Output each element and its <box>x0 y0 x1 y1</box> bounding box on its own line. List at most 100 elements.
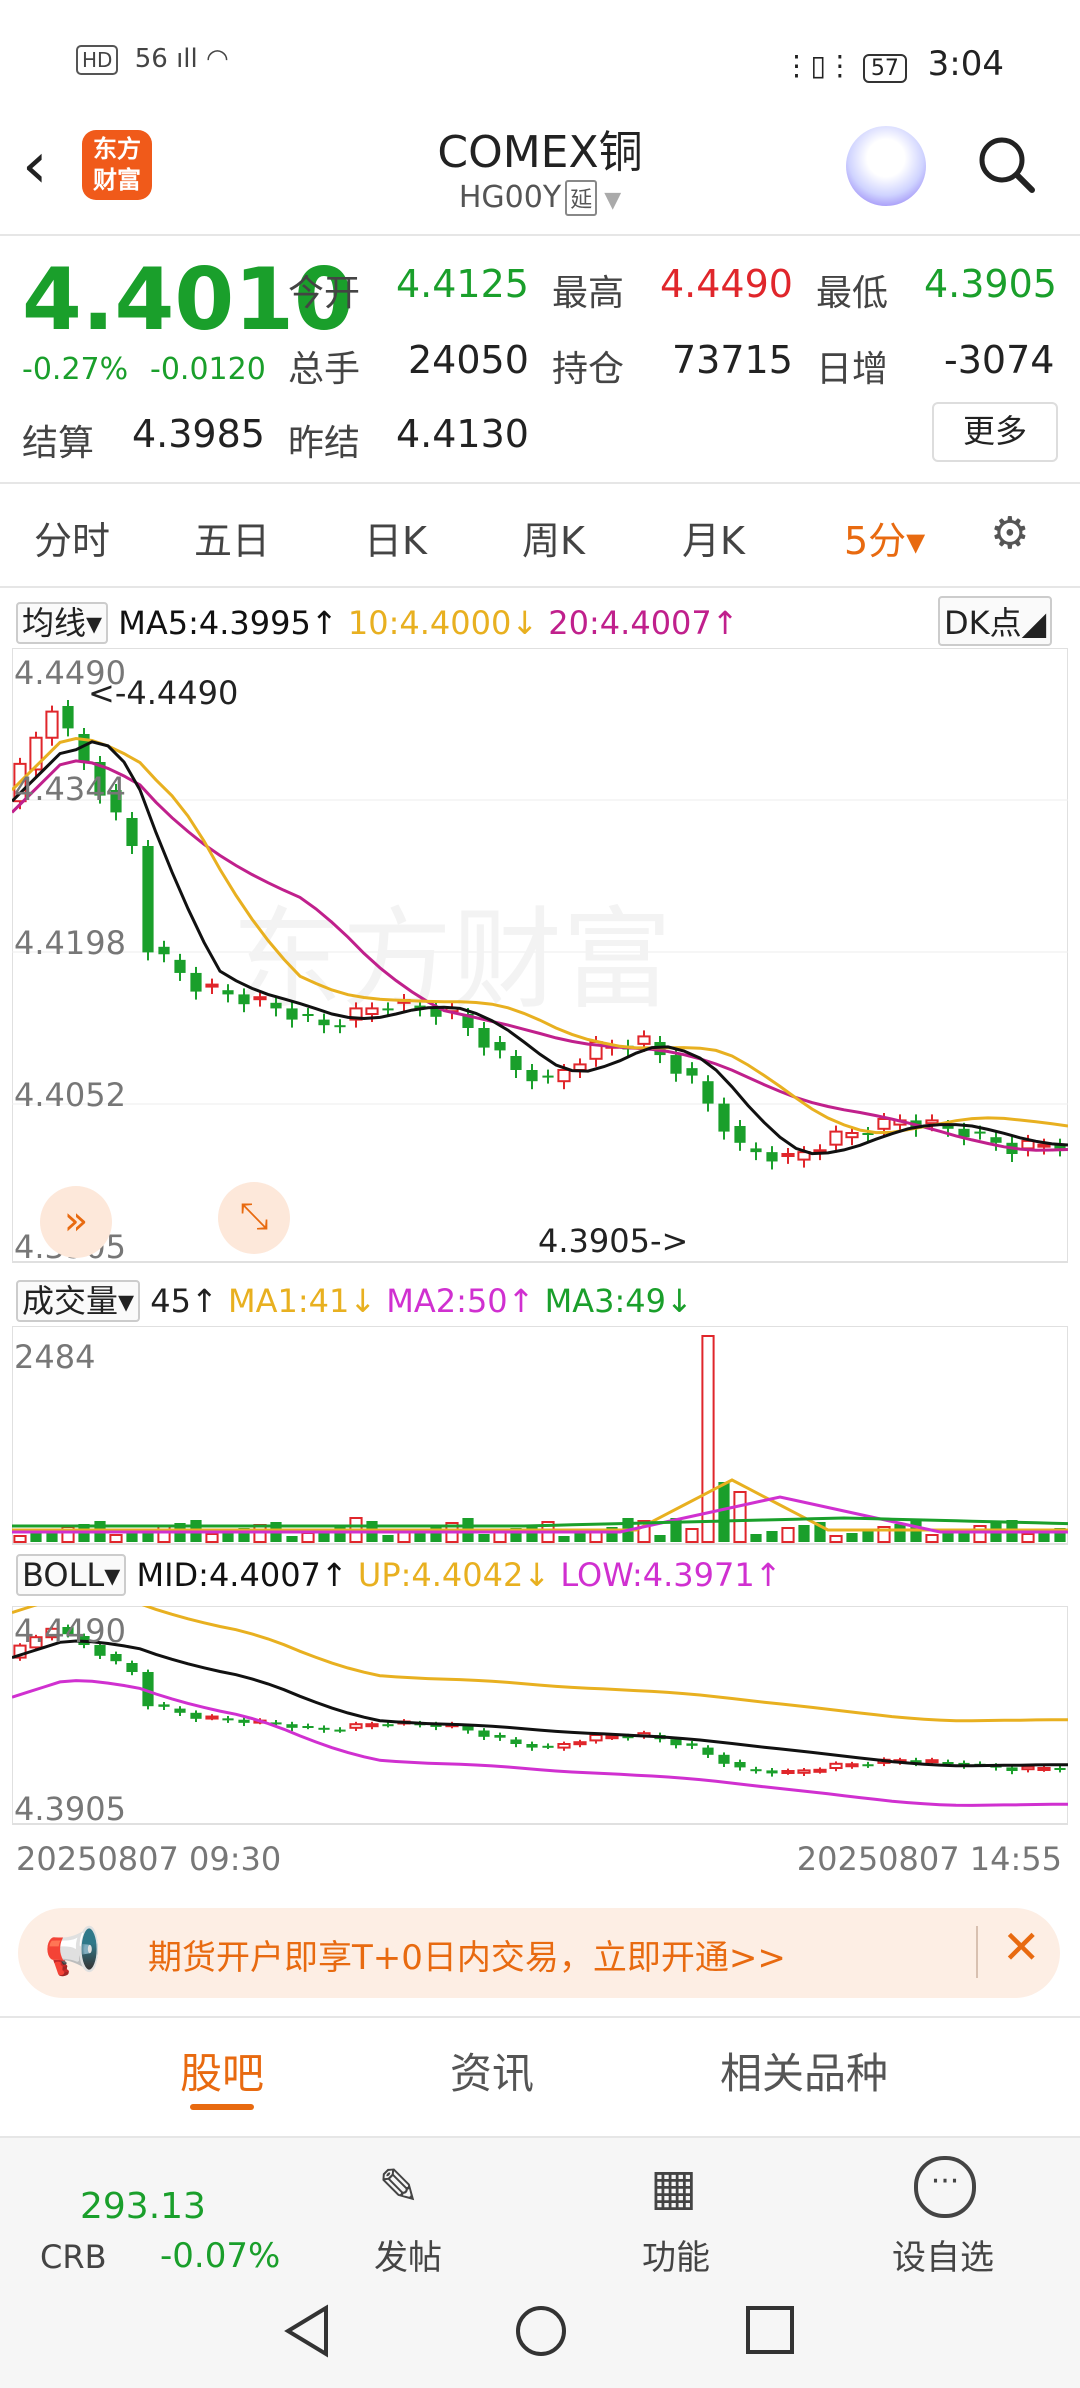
candle-body <box>605 1735 619 1740</box>
candle-body <box>302 1726 314 1728</box>
candle-body <box>862 1764 874 1767</box>
megaphone-icon: 📢 <box>44 1924 102 1978</box>
back-nav-icon[interactable] <box>282 2304 332 2358</box>
dk-point-button[interactable]: DK点◢ <box>938 596 1053 646</box>
candle-body <box>845 1132 859 1139</box>
tab-daily-k[interactable]: 日K <box>364 510 427 565</box>
candle-body <box>702 1081 714 1104</box>
expand-left-icon[interactable]: » <box>40 1186 112 1258</box>
candle-body <box>718 1103 730 1132</box>
status-bar: HD 56 ıll ◠ ⋮▯⋮ 57 3:04 <box>0 0 1080 120</box>
candle-body <box>813 1768 827 1773</box>
candle-body <box>238 994 250 1005</box>
candle-body <box>686 1068 698 1076</box>
prev-settle-label: 昨结 <box>288 423 361 464</box>
system-nav-bar <box>0 2274 1080 2388</box>
candle-body <box>557 1743 571 1749</box>
candle-body <box>222 1718 234 1721</box>
tab-guba[interactable]: 股吧 <box>180 2040 264 2101</box>
home-nav-icon[interactable] <box>514 2304 568 2358</box>
candle-body <box>637 1035 651 1045</box>
candle-body <box>829 1762 843 1770</box>
candle-body <box>126 1663 138 1672</box>
search-icon[interactable] <box>976 134 1036 194</box>
candle-body <box>510 1739 522 1744</box>
boll-selector[interactable]: BOLL▾ <box>16 1554 127 1596</box>
volume-bar <box>733 1491 747 1543</box>
promo-banner[interactable]: 📢 期货开户即享T+0日内交易，立即开通>> ✕ <box>18 1908 1060 1998</box>
candle-body <box>349 1723 363 1729</box>
candle-body <box>478 1730 490 1737</box>
tab-related[interactable]: 相关品种 <box>720 2040 888 2101</box>
bottom-toolbar: 293.13 CRB -0.07% ✎ 发帖 ▦ 功能 ··· 设自选 <box>0 2136 1080 2279</box>
candle-body <box>302 1014 314 1016</box>
hd-badge: HD <box>76 45 119 75</box>
tab-5min[interactable]: 5分▾ <box>844 510 925 565</box>
chevron-down-icon: ▼ <box>597 188 622 213</box>
boll-chart[interactable] <box>12 1606 1068 1826</box>
crb-change: -0.07% <box>160 2236 281 2276</box>
candle-body <box>1006 1767 1018 1771</box>
low-label: 最低 <box>816 273 889 314</box>
ma-legend: 均线▾ MA5:4.3995↑ 10:4.4000↓ 20:4.4007↑ <box>16 598 739 644</box>
tab-weekly-k[interactable]: 周K <box>522 510 585 565</box>
volume-current: 45↑ <box>150 1282 218 1320</box>
candle-body <box>270 1002 282 1009</box>
volume-bar <box>574 1533 586 1542</box>
low-value: 4.3905 <box>924 262 1057 306</box>
recents-nav-icon[interactable] <box>744 2304 796 2356</box>
grid-icon[interactable]: ▦ <box>650 2158 697 2216</box>
volume-bar <box>157 1525 171 1543</box>
open-interest-label: 持仓 <box>552 349 625 390</box>
settle-label: 结算 <box>22 423 95 464</box>
boll-low: LOW:4.3971↑ <box>560 1556 782 1594</box>
crb-label: CRB <box>40 2238 107 2276</box>
volume-label: 总手 <box>288 349 361 390</box>
more-dots-icon[interactable]: ··· <box>914 2156 976 2218</box>
y-axis-label: 4.4052 <box>14 1076 126 1114</box>
candle-body <box>1021 1765 1035 1771</box>
candle-body <box>142 846 154 953</box>
ma-selector[interactable]: 均线▾ <box>16 602 109 644</box>
volume-bar <box>894 1524 906 1542</box>
ma5-value: MA5:4.3995↑ <box>118 604 338 642</box>
gear-icon[interactable]: ⚙ <box>990 508 1029 559</box>
volume-bar <box>766 1531 778 1542</box>
candle-body <box>670 1739 682 1746</box>
fullscreen-icon[interactable]: ⤡ <box>218 1182 290 1254</box>
close-icon[interactable]: ✕ <box>1002 1920 1041 1974</box>
volume-legend: 成交量▾ 45↑ MA1:41↓ MA2:50↑ MA3:49↓ <box>16 1276 693 1322</box>
tab-news[interactable]: 资讯 <box>450 2040 534 2101</box>
edit-icon[interactable]: ✎ <box>378 2158 420 2216</box>
tab-monthly-k[interactable]: 月K <box>682 510 745 565</box>
candle-body <box>286 1008 298 1020</box>
volume-ma3: MA3:49↓ <box>544 1282 693 1320</box>
robot-avatar-icon[interactable] <box>846 126 926 206</box>
candle-body <box>526 1744 538 1748</box>
candle-body <box>1021 1139 1035 1150</box>
open-label: 今开 <box>288 273 361 314</box>
tab-five-day[interactable]: 五日 <box>194 510 270 565</box>
candle-body <box>766 1770 778 1774</box>
volume-selector[interactable]: 成交量▾ <box>16 1280 141 1322</box>
app-header: ‹ 东方 财富 COMEX铜 HG00Y 延 ▼ <box>0 110 1080 234</box>
signal-indicators: HD 56 ıll ◠ <box>76 44 229 75</box>
promo-text[interactable]: 期货开户即享T+0日内交易，立即开通>> <box>148 1930 786 1979</box>
volume-bar <box>798 1525 810 1542</box>
volume-bar <box>781 1527 795 1543</box>
post-button[interactable]: 发帖 <box>374 2230 442 2279</box>
add-watchlist-button[interactable]: 设自选 <box>892 2230 994 2279</box>
vibrate-icon: ⋮▯⋮ <box>782 49 863 82</box>
code-text: HG00Y <box>458 180 562 215</box>
battery-icon: 57 <box>862 54 907 83</box>
volume-bar <box>30 1533 42 1542</box>
clock: 3:04 <box>927 44 1004 84</box>
volume-chart[interactable] <box>12 1326 1068 1546</box>
crb-value[interactable]: 293.13 <box>80 2186 206 2227</box>
candlestick-chart[interactable]: 东方财富 <box>12 648 1068 1264</box>
function-button[interactable]: 功能 <box>642 2230 710 2279</box>
more-button[interactable]: 更多 <box>932 402 1058 462</box>
candle-body <box>750 1769 762 1772</box>
tab-intraday[interactable]: 分时 <box>34 510 110 565</box>
volume-bar <box>382 1535 394 1542</box>
